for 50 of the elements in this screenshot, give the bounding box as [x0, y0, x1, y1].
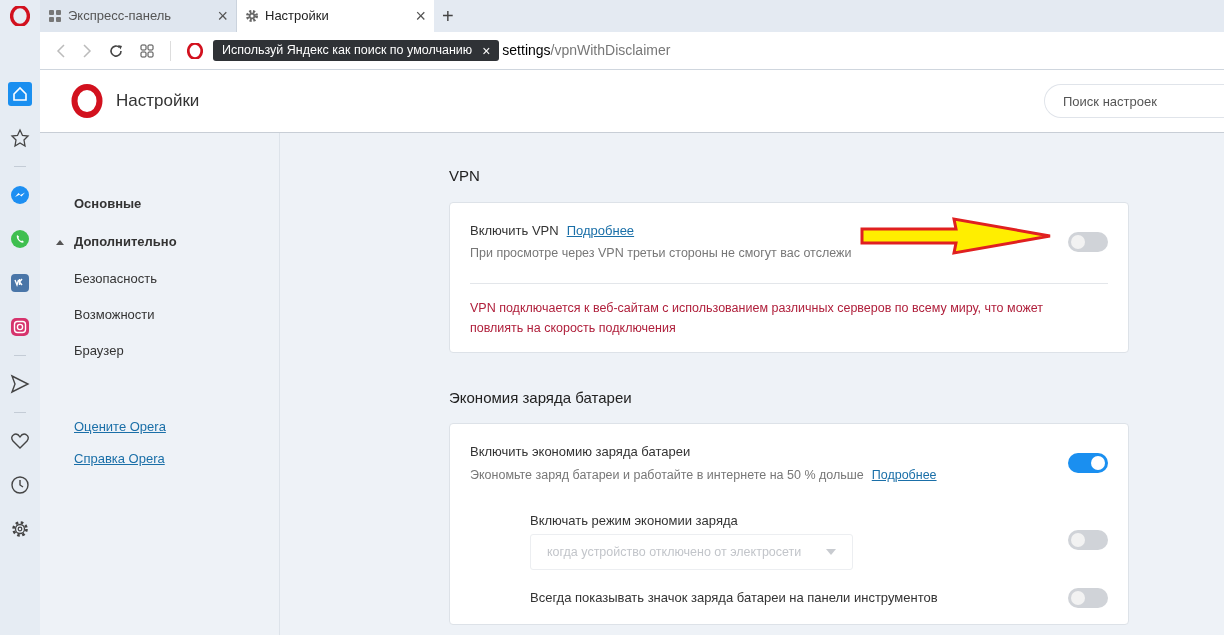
nav-item[interactable]: Возможности [74, 305, 155, 325]
browser-tab[interactable]: Экспресс-панель × [40, 0, 237, 32]
vpn-notice: VPN подключается к веб-сайтам с использованием различных серверов по всему миру, что может повлиять на скорость подключения [470, 299, 1045, 337]
opera-logo [70, 84, 104, 118]
tooltip-text: Используй Яндекс как поиск по умолчанию [222, 42, 473, 60]
gear-icon [245, 9, 259, 23]
nav-item[interactable]: Дополнительно [74, 232, 177, 252]
grid-icon[interactable] [140, 43, 154, 58]
nav-link[interactable]: Оцените Opera [74, 417, 166, 437]
details-link[interactable]: Подробнее [871, 465, 937, 485]
setting-label: Всегда показывать значок заряда батареи на панели инструментов [530, 589, 939, 608]
grid-icon [48, 9, 62, 23]
section-title: Экономия заряда батареи [449, 387, 633, 408]
toggle-switch[interactable] [1068, 530, 1108, 551]
caret-icon [826, 549, 836, 555]
close-icon[interactable]: × [415, 7, 426, 25]
new-tab-button[interactable]: + [442, 6, 454, 26]
star-icon[interactable] [8, 126, 32, 150]
send-icon[interactable] [8, 372, 32, 396]
toggle-switch[interactable] [1068, 588, 1108, 608]
nav-item[interactable]: Основные [74, 194, 142, 214]
browser-tab[interactable]: Настройки × [237, 0, 434, 32]
page-title: Настройки [116, 90, 200, 113]
toggle-switch[interactable] [1068, 231, 1108, 252]
setting-label: Включить экономию заряда батареи [470, 443, 691, 462]
details-link[interactable]: Подробнее [566, 220, 635, 240]
clock-icon[interactable] [8, 473, 32, 497]
section-title: VPN [449, 166, 481, 186]
nav-item[interactable]: Безопасность [74, 269, 157, 289]
search-field[interactable]: Поиск настроек [1044, 84, 1224, 118]
setting-description: При просмотре через VPN третьи стороны не смогут вас отслежи [470, 245, 852, 262]
opera-logo [187, 42, 203, 59]
nav-link[interactable]: Справка Opera [74, 449, 165, 469]
setting-label: Включать режим экономии заряда [530, 511, 739, 530]
messenger-icon[interactable] [8, 183, 32, 207]
instagram-icon[interactable] [8, 315, 32, 339]
reload-icon[interactable] [108, 42, 124, 59]
toggle-switch[interactable] [1068, 453, 1108, 474]
close-icon[interactable]: × [217, 7, 228, 25]
caret-icon[interactable] [56, 239, 64, 245]
tab-title: Экспресс-панель [68, 7, 173, 26]
close-icon[interactable]: × [482, 43, 491, 58]
tab-title: Настройки [265, 7, 330, 26]
setting-description: Экономьте заряд батареи и работайте в интернете на 50 % дольше [470, 466, 864, 484]
vk-icon[interactable] [8, 271, 32, 295]
url-text[interactable]: settings/vpnWithDisclaimer [502, 40, 671, 61]
nav-item[interactable]: Браузер [74, 341, 124, 361]
opera-logo[interactable] [10, 6, 30, 26]
home-icon[interactable] [8, 82, 32, 106]
setting-label: Включить VPN [470, 221, 559, 240]
